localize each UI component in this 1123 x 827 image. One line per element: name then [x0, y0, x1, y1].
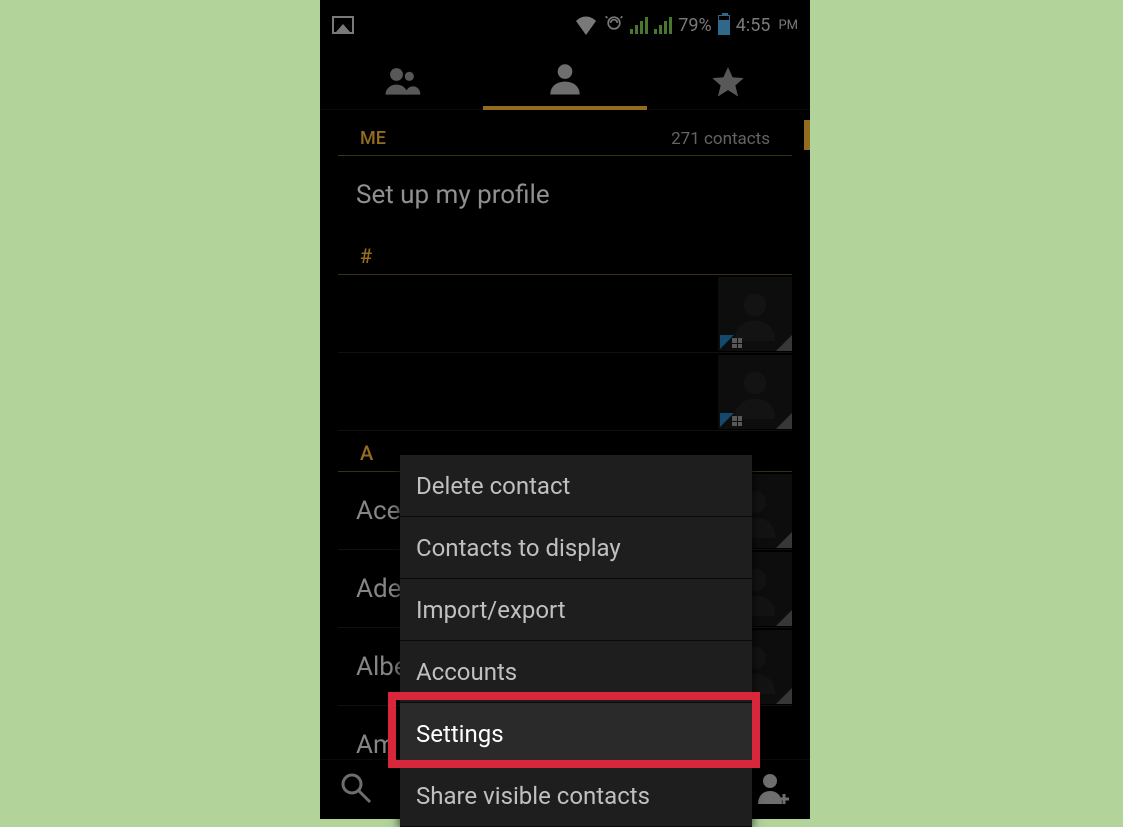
tab-favorites[interactable] [647, 50, 810, 110]
menu-settings[interactable]: Settings [400, 703, 752, 765]
menu-contacts-to-display[interactable]: Contacts to display [400, 517, 752, 579]
contacts-count: 271 contacts [671, 129, 770, 149]
scroll-indicator[interactable] [804, 120, 810, 150]
menu-import-export[interactable]: Import/export [400, 579, 752, 641]
add-contact-icon[interactable] [756, 770, 792, 810]
section-me: ME 271 contacts [338, 110, 792, 156]
avatar-corner-icon [776, 335, 792, 351]
vibrate-icon [604, 13, 624, 38]
battery-percent: 79% [678, 15, 711, 36]
contact-name: Am [356, 730, 396, 760]
battery-icon [718, 15, 730, 35]
status-bar: 79% 4:55 PM [320, 0, 810, 50]
contact-row[interactable] [338, 353, 792, 431]
avatar[interactable] [718, 355, 792, 429]
tab-bar [320, 50, 810, 110]
avatar-corner-icon [776, 413, 792, 429]
section-hash: # [338, 234, 792, 275]
avatar-corner-icon [776, 688, 792, 704]
me-label: ME [360, 128, 386, 149]
search-icon[interactable] [338, 770, 374, 810]
menu-delete-contact[interactable]: Delete contact [400, 455, 752, 517]
contact-name: Ace [356, 496, 400, 526]
contact-row[interactable] [338, 275, 792, 353]
avatar-corner-icon [776, 532, 792, 548]
tab-contacts[interactable] [483, 50, 646, 110]
overflow-menu: Delete contact Contacts to display Impor… [400, 455, 752, 827]
avatar[interactable] [718, 277, 792, 351]
avatar-corner-icon [776, 610, 792, 626]
signal-icon-2 [654, 16, 672, 34]
account-grid-icon [732, 338, 742, 348]
account-grid-icon [732, 416, 742, 426]
setup-profile-row[interactable]: Set up my profile [320, 156, 810, 234]
clock-ampm: PM [778, 18, 798, 33]
tab-groups[interactable] [320, 50, 483, 110]
clock-time: 4:55 [736, 15, 771, 36]
contact-name: Ade [356, 574, 401, 604]
setup-profile-label: Set up my profile [356, 180, 550, 210]
menu-accounts[interactable]: Accounts [400, 641, 752, 703]
wifi-icon [574, 15, 598, 35]
signal-icon-1 [630, 16, 648, 34]
gallery-notification-icon [332, 16, 354, 34]
menu-share-visible-contacts[interactable]: Share visible contacts [400, 765, 752, 827]
